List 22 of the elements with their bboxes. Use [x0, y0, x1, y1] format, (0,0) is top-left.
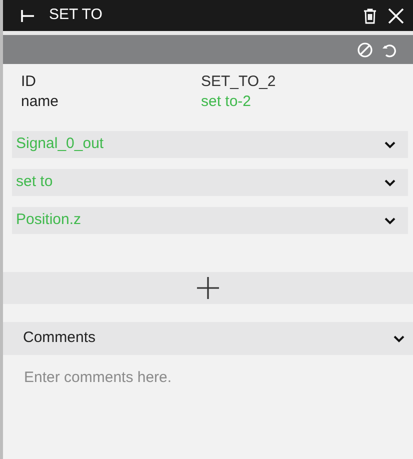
- chevron-down-icon: [384, 216, 396, 224]
- chevron-down-icon: [393, 334, 405, 342]
- comments-header[interactable]: Comments: [3, 322, 413, 355]
- plus-icon: [196, 276, 220, 300]
- panel-title: SET TO: [49, 5, 104, 26]
- property-value: SET_TO_2: [201, 72, 276, 92]
- trash-icon: [363, 8, 377, 24]
- undo-icon: [381, 42, 397, 58]
- dropdown[interactable]: set to: [12, 169, 408, 196]
- close-icon: [388, 8, 404, 24]
- dropdown[interactable]: Position.z: [12, 207, 408, 234]
- step-icon: [21, 8, 35, 22]
- disable-button[interactable]: [357, 42, 373, 58]
- property-label: ID: [21, 72, 37, 92]
- dropdown[interactable]: Signal_0_out: [12, 131, 408, 158]
- comments-field[interactable]: Enter comments here.: [3, 355, 413, 459]
- property-label: name: [21, 92, 60, 112]
- chevron-down-icon: [384, 140, 396, 148]
- property-value[interactable]: set to-2: [201, 90, 252, 114]
- chevron-down-icon: [384, 178, 396, 186]
- prohibited-icon: [357, 42, 373, 58]
- reset-button[interactable]: [381, 42, 397, 58]
